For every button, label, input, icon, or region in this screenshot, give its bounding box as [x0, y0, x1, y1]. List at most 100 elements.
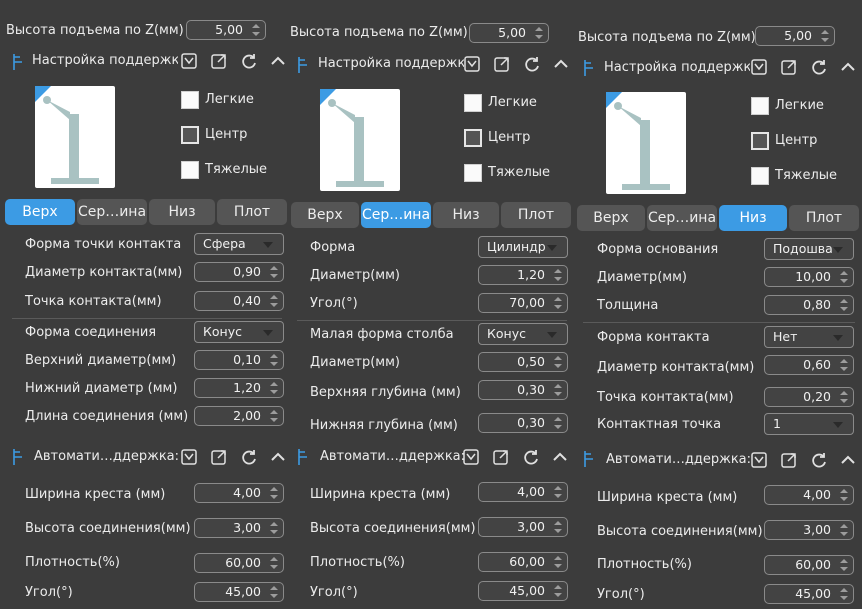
export-icon[interactable] — [780, 451, 798, 469]
spin-arrows-icon[interactable] — [270, 585, 278, 599]
spin-arrows-icon[interactable] — [554, 416, 562, 430]
import-icon[interactable] — [462, 448, 480, 466]
tab-bottom[interactable]: Низ — [719, 205, 787, 231]
z-lift-spinbox[interactable]: 5,00 — [469, 23, 549, 43]
collapse-icon[interactable] — [269, 52, 287, 70]
refresh-icon[interactable] — [810, 58, 828, 76]
cross-width-spinbox[interactable]: 4,00 — [764, 485, 854, 505]
angle-spinbox[interactable]: 45,00 — [764, 584, 854, 604]
upper-depth-spinbox[interactable]: 0,30 — [478, 380, 568, 400]
contact-diameter-spinbox[interactable]: 0,90 — [194, 262, 284, 282]
tab-plate[interactable]: Плот — [501, 202, 571, 228]
export-icon[interactable] — [492, 448, 510, 466]
import-icon[interactable] — [180, 52, 198, 70]
base-shape-select[interactable]: Подошва — [764, 238, 854, 260]
shape-select[interactable]: Цилиндр — [478, 236, 568, 258]
tab-top[interactable]: Верх — [5, 199, 75, 225]
export-icon[interactable] — [780, 58, 798, 76]
lower-depth-spinbox[interactable]: 0,30 — [478, 413, 568, 433]
tab-plate[interactable]: Плот — [789, 205, 859, 231]
joint-height-spinbox[interactable]: 3,00 — [764, 520, 854, 540]
spin-arrows-icon[interactable] — [840, 587, 848, 601]
refresh-icon[interactable] — [810, 451, 828, 469]
import-icon[interactable] — [180, 448, 198, 466]
spin-arrows-icon[interactable] — [554, 555, 562, 569]
spin-arrows-icon[interactable] — [821, 29, 829, 43]
import-icon[interactable] — [463, 55, 481, 73]
tab-middle[interactable]: Сер…ина — [361, 202, 431, 228]
heavy-checkbox[interactable] — [181, 161, 199, 179]
joint-shape-select[interactable]: Конус — [194, 321, 284, 343]
z-lift-spinbox[interactable]: 5,00 — [755, 26, 835, 46]
lower-diameter-spinbox[interactable]: 1,20 — [194, 378, 284, 398]
spin-arrows-icon[interactable] — [270, 486, 278, 500]
diameter-spinbox[interactable]: 10,00 — [764, 267, 854, 287]
density-spinbox[interactable]: 60,00 — [194, 553, 284, 573]
collapse-icon[interactable] — [839, 451, 857, 469]
collapse-icon[interactable] — [839, 58, 857, 76]
export-icon[interactable] — [493, 55, 511, 73]
spin-arrows-icon[interactable] — [554, 296, 562, 310]
spin-arrows-icon[interactable] — [554, 584, 562, 598]
spin-arrows-icon[interactable] — [270, 294, 278, 308]
spin-arrows-icon[interactable] — [554, 355, 562, 369]
tab-middle[interactable]: Сер…ина — [77, 199, 147, 225]
cross-width-spinbox[interactable]: 4,00 — [194, 483, 284, 503]
tab-middle[interactable]: Сер…ина — [647, 205, 717, 231]
spin-arrows-icon[interactable] — [535, 26, 543, 40]
spin-arrows-icon[interactable] — [270, 556, 278, 570]
center-checkbox[interactable] — [751, 132, 769, 150]
spin-arrows-icon[interactable] — [554, 383, 562, 397]
spin-arrows-icon[interactable] — [840, 358, 848, 372]
spin-arrows-icon[interactable] — [554, 268, 562, 282]
tab-top[interactable]: Верх — [291, 202, 359, 228]
spin-arrows-icon[interactable] — [270, 521, 278, 535]
contact-dot-select[interactable]: 1 — [764, 413, 854, 435]
center-checkbox[interactable] — [464, 129, 482, 147]
refresh-icon[interactable] — [523, 55, 541, 73]
collapse-icon[interactable] — [269, 448, 287, 466]
spin-arrows-icon[interactable] — [554, 520, 562, 534]
angle-spinbox[interactable]: 45,00 — [194, 582, 284, 602]
refresh-icon[interactable] — [240, 52, 258, 70]
contact-diameter-spinbox[interactable]: 0,60 — [764, 355, 854, 375]
spin-arrows-icon[interactable] — [840, 558, 848, 572]
spin-arrows-icon[interactable] — [270, 265, 278, 279]
joint-length-spinbox[interactable]: 2,00 — [194, 406, 284, 426]
small-pillar-shape-select[interactable]: Конус — [478, 323, 568, 345]
small-diameter-spinbox[interactable]: 0,50 — [478, 352, 568, 372]
spin-arrows-icon[interactable] — [270, 381, 278, 395]
spin-arrows-icon[interactable] — [270, 353, 278, 367]
contact-point-spinbox[interactable]: 0,40 — [194, 291, 284, 311]
light-checkbox[interactable] — [751, 97, 769, 115]
thickness-spinbox[interactable]: 0,80 — [764, 295, 854, 315]
cross-width-spinbox[interactable]: 4,00 — [478, 482, 568, 502]
tab-plate[interactable]: Плот — [217, 199, 287, 225]
light-checkbox[interactable] — [181, 91, 199, 109]
spin-arrows-icon[interactable] — [270, 409, 278, 423]
angle-spinbox[interactable]: 70,00 — [478, 293, 568, 313]
contact-shape-select[interactable]: Сфера — [194, 233, 284, 255]
refresh-icon[interactable] — [240, 448, 258, 466]
center-checkbox[interactable] — [181, 126, 199, 144]
tab-bottom[interactable]: Низ — [149, 199, 215, 225]
spin-arrows-icon[interactable] — [554, 485, 562, 499]
tab-top[interactable]: Верх — [577, 205, 645, 231]
heavy-checkbox[interactable] — [464, 164, 482, 182]
diameter-spinbox[interactable]: 1,20 — [478, 265, 568, 285]
contact-point-spinbox[interactable]: 0,20 — [764, 387, 854, 407]
density-spinbox[interactable]: 60,00 — [478, 552, 568, 572]
collapse-icon[interactable] — [552, 55, 570, 73]
collapse-icon[interactable] — [551, 448, 569, 466]
angle-spinbox[interactable]: 45,00 — [478, 581, 568, 601]
joint-height-spinbox[interactable]: 3,00 — [478, 517, 568, 537]
joint-height-spinbox[interactable]: 3,00 — [194, 518, 284, 538]
density-spinbox[interactable]: 60,00 — [764, 555, 854, 575]
heavy-checkbox[interactable] — [751, 167, 769, 185]
spin-arrows-icon[interactable] — [840, 488, 848, 502]
export-icon[interactable] — [210, 52, 228, 70]
import-icon[interactable] — [750, 58, 768, 76]
light-checkbox[interactable] — [464, 94, 482, 112]
tab-bottom[interactable]: Низ — [433, 202, 499, 228]
spin-arrows-icon[interactable] — [840, 390, 848, 404]
